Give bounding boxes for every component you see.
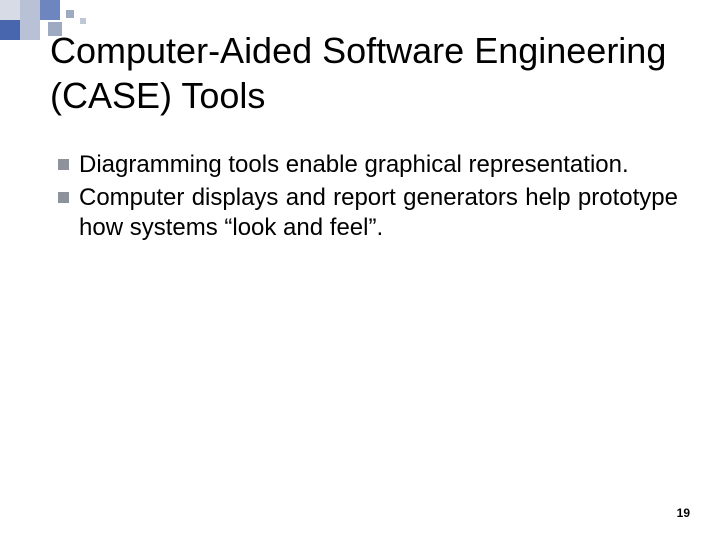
bullet-list: Diagramming tools enable graphical repre… <box>58 150 678 246</box>
list-item: Computer displays and report generators … <box>58 183 678 244</box>
bullet-text: Diagramming tools enable graphical repre… <box>79 150 678 181</box>
bullet-icon <box>58 192 69 203</box>
slide-title: Computer-Aided Software Engineering (CAS… <box>50 28 680 118</box>
list-item: Diagramming tools enable graphical repre… <box>58 150 678 181</box>
deco-square <box>20 0 40 20</box>
deco-square <box>0 20 20 40</box>
deco-square <box>66 10 74 18</box>
page-number: 19 <box>677 506 690 520</box>
deco-square <box>20 20 40 40</box>
bullet-text: Computer displays and report generators … <box>79 183 678 244</box>
deco-square <box>40 0 60 20</box>
bullet-icon <box>58 159 69 170</box>
deco-square <box>80 18 86 24</box>
deco-square <box>0 0 20 20</box>
